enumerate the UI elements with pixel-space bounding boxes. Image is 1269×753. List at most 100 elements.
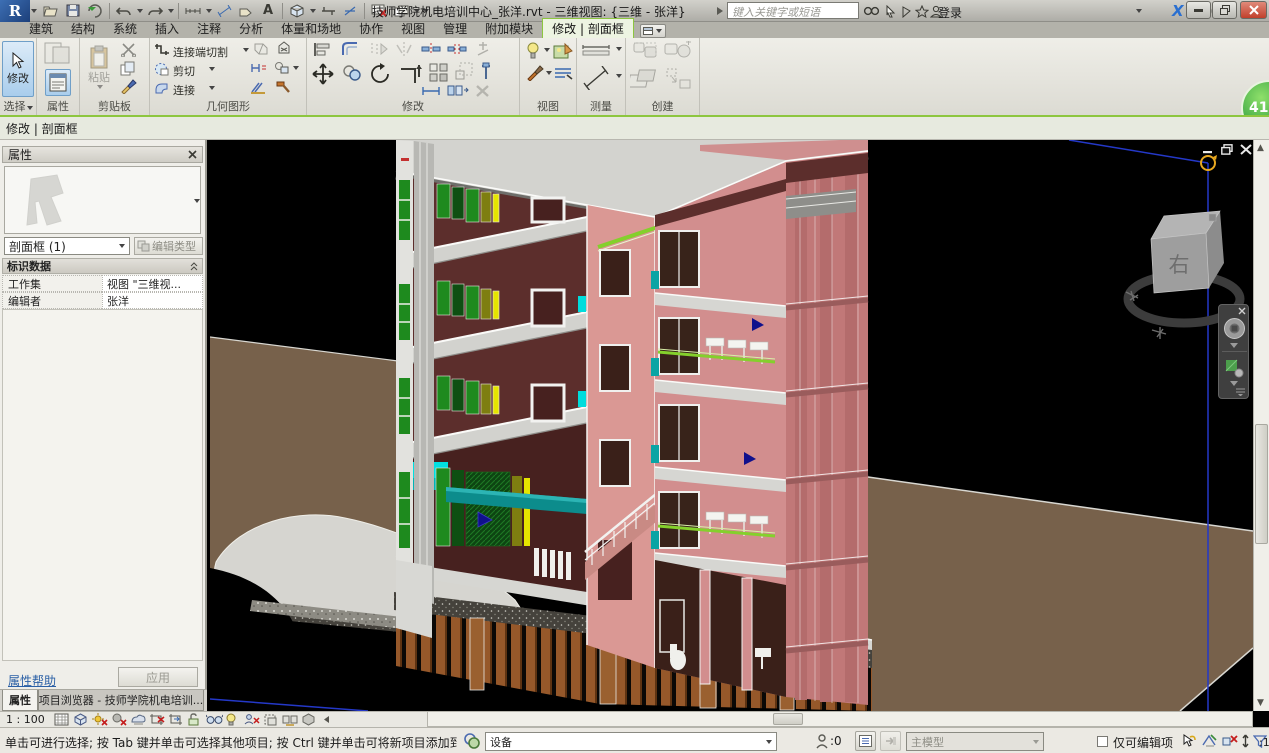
join-geometry-icon[interactable]	[154, 81, 169, 95]
drawing-area[interactable]: 右	[210, 140, 1253, 711]
horizontal-scroll-thumb[interactable]	[773, 713, 803, 725]
panel-view-label[interactable]: 视图	[520, 98, 576, 114]
minimize-button[interactable]	[1186, 1, 1211, 19]
thin-lines-icon[interactable]	[340, 2, 360, 20]
offset-icon[interactable]	[341, 41, 361, 57]
palette-header[interactable]: 属性	[2, 146, 203, 163]
ribbon-display-caret-icon[interactable]	[656, 29, 662, 33]
cope-label[interactable]: 连接端切割	[173, 44, 228, 60]
displaced-elements-icon[interactable]	[263, 713, 279, 726]
signin-label[interactable]: 登录	[938, 4, 962, 21]
exchange-apps-icon[interactable]: X	[1172, 2, 1184, 20]
search-input[interactable]: 键入关键字或短语	[727, 2, 859, 19]
undo-caret-icon[interactable]	[137, 9, 143, 13]
panel-properties-label[interactable]: 属性	[37, 98, 79, 114]
navbar-menu-icon[interactable]	[1236, 388, 1245, 396]
align-icon[interactable]	[313, 42, 331, 57]
steering-wheel-icon[interactable]	[1223, 317, 1246, 340]
trim-extend-icon[interactable]	[399, 63, 423, 85]
cope-icon[interactable]	[154, 43, 170, 56]
view-close-icon[interactable]	[1240, 144, 1252, 155]
aligned-dimension-icon[interactable]	[214, 2, 234, 20]
split-element-icon[interactable]	[421, 42, 441, 56]
visual-style-icon[interactable]	[73, 713, 89, 726]
create-group-icon[interactable]	[632, 41, 658, 63]
pin-icon[interactable]	[479, 62, 493, 80]
terrain-right[interactable]	[868, 477, 1253, 711]
join-caret-icon[interactable]	[209, 86, 215, 90]
match-type-icon[interactable]	[120, 79, 137, 94]
worksets-dialog-icon[interactable]	[855, 731, 876, 751]
tab-project-browser[interactable]: 项目浏览器 - 技师学院机电培训...	[38, 690, 204, 711]
create-parts-icon[interactable]	[630, 67, 658, 91]
reveal-constraints-icon[interactable]	[282, 713, 298, 726]
view-minimize-icon[interactable]	[1203, 145, 1214, 154]
tab-modify-section-box[interactable]: 修改 | 剖面框	[542, 18, 634, 38]
signin-caret-icon[interactable]	[1136, 9, 1142, 13]
identity-data-header[interactable]: 标识数据	[2, 258, 203, 274]
section-icon[interactable]	[318, 2, 338, 20]
panel-geometry-label[interactable]: 几何图形	[150, 98, 306, 114]
measure-caret2-icon[interactable]	[616, 47, 622, 51]
ribbon-display-toggle[interactable]	[640, 24, 666, 38]
tab-properties-palette[interactable]: 属性	[2, 690, 38, 711]
cut-caret-icon[interactable]	[209, 67, 215, 71]
redo-caret-icon[interactable]	[168, 9, 174, 13]
split-with-gap-icon[interactable]	[447, 42, 467, 56]
worksharing-display-icon[interactable]	[244, 713, 260, 726]
editable-only-label[interactable]: 仅可编辑项	[1113, 734, 1173, 751]
tag-icon[interactable]	[236, 2, 256, 20]
properties-help-link[interactable]: 属性帮助	[8, 672, 56, 689]
copy-icon[interactable]	[120, 61, 136, 76]
dimension-offset-icon[interactable]	[250, 61, 268, 74]
family-properties-icon[interactable]	[44, 42, 72, 66]
tab-addins[interactable]: 附加模块	[476, 19, 542, 38]
scroll-up-icon[interactable]: ▲	[1257, 143, 1264, 153]
communication-center-icon[interactable]	[884, 2, 897, 20]
join-geometry-label[interactable]: 连接	[173, 82, 195, 98]
measure-icon[interactable]	[183, 2, 203, 20]
crop-view-icon[interactable]	[149, 713, 165, 726]
preview-caret-icon[interactable]	[194, 199, 200, 203]
property-value[interactable]: 视图 "三维视...	[102, 275, 203, 292]
tab-analyze[interactable]: 分析	[230, 19, 272, 38]
shadows-icon[interactable]	[111, 713, 127, 726]
type-selector[interactable]: 剖面框 (1)	[4, 237, 130, 255]
tab-annotate[interactable]: 注释	[188, 19, 230, 38]
split-face-icon[interactable]	[254, 42, 268, 55]
detail-level-icon[interactable]	[54, 713, 70, 726]
collapse-icon[interactable]	[190, 262, 198, 271]
search-icon[interactable]	[863, 2, 880, 20]
create-assembly-icon[interactable]	[664, 41, 692, 63]
paste-button[interactable]: 粘贴	[84, 41, 114, 93]
design-options-icon[interactable]	[461, 731, 482, 751]
restore-button[interactable]	[1212, 1, 1237, 19]
wall-joins-icon[interactable]	[250, 80, 267, 94]
navbar-close-icon[interactable]	[1238, 307, 1246, 315]
undo-icon[interactable]	[114, 2, 134, 20]
dimension-caret-icon[interactable]	[616, 74, 622, 78]
lightbulb-icon[interactable]	[526, 42, 540, 60]
active-workset-select[interactable]: 主模型	[906, 732, 1044, 751]
demolish-icon[interactable]	[276, 41, 292, 56]
beam-join-hammer-icon[interactable]	[274, 79, 291, 94]
select-caret-icon[interactable]	[27, 106, 33, 110]
tab-insert[interactable]: 插入	[146, 19, 188, 38]
create-similar-icon[interactable]	[666, 68, 692, 90]
cut-icon[interactable]	[120, 43, 137, 57]
show-crop-icon[interactable]	[168, 713, 184, 726]
horizontal-scrollbar[interactable]	[427, 711, 1253, 727]
select-underlay-icon[interactable]	[1199, 731, 1220, 751]
move-icon[interactable]	[312, 63, 334, 85]
tab-manage[interactable]: 管理	[434, 19, 476, 38]
panel-create-label[interactable]: 创建	[626, 98, 699, 114]
apply-button[interactable]: 应用	[118, 667, 198, 687]
panel-modify-label[interactable]: 修改	[307, 98, 519, 114]
vertical-scrollbar[interactable]: ▲ ▼	[1253, 140, 1269, 711]
mirror-project-icon[interactable]	[369, 41, 389, 57]
measure-caret-icon[interactable]	[206, 9, 212, 13]
analytical-model-icon[interactable]	[301, 713, 317, 726]
modify-button[interactable]: 修改	[2, 41, 34, 97]
editable-only-checkbox[interactable]	[1097, 736, 1108, 747]
cope-caret-icon[interactable]	[243, 48, 249, 52]
